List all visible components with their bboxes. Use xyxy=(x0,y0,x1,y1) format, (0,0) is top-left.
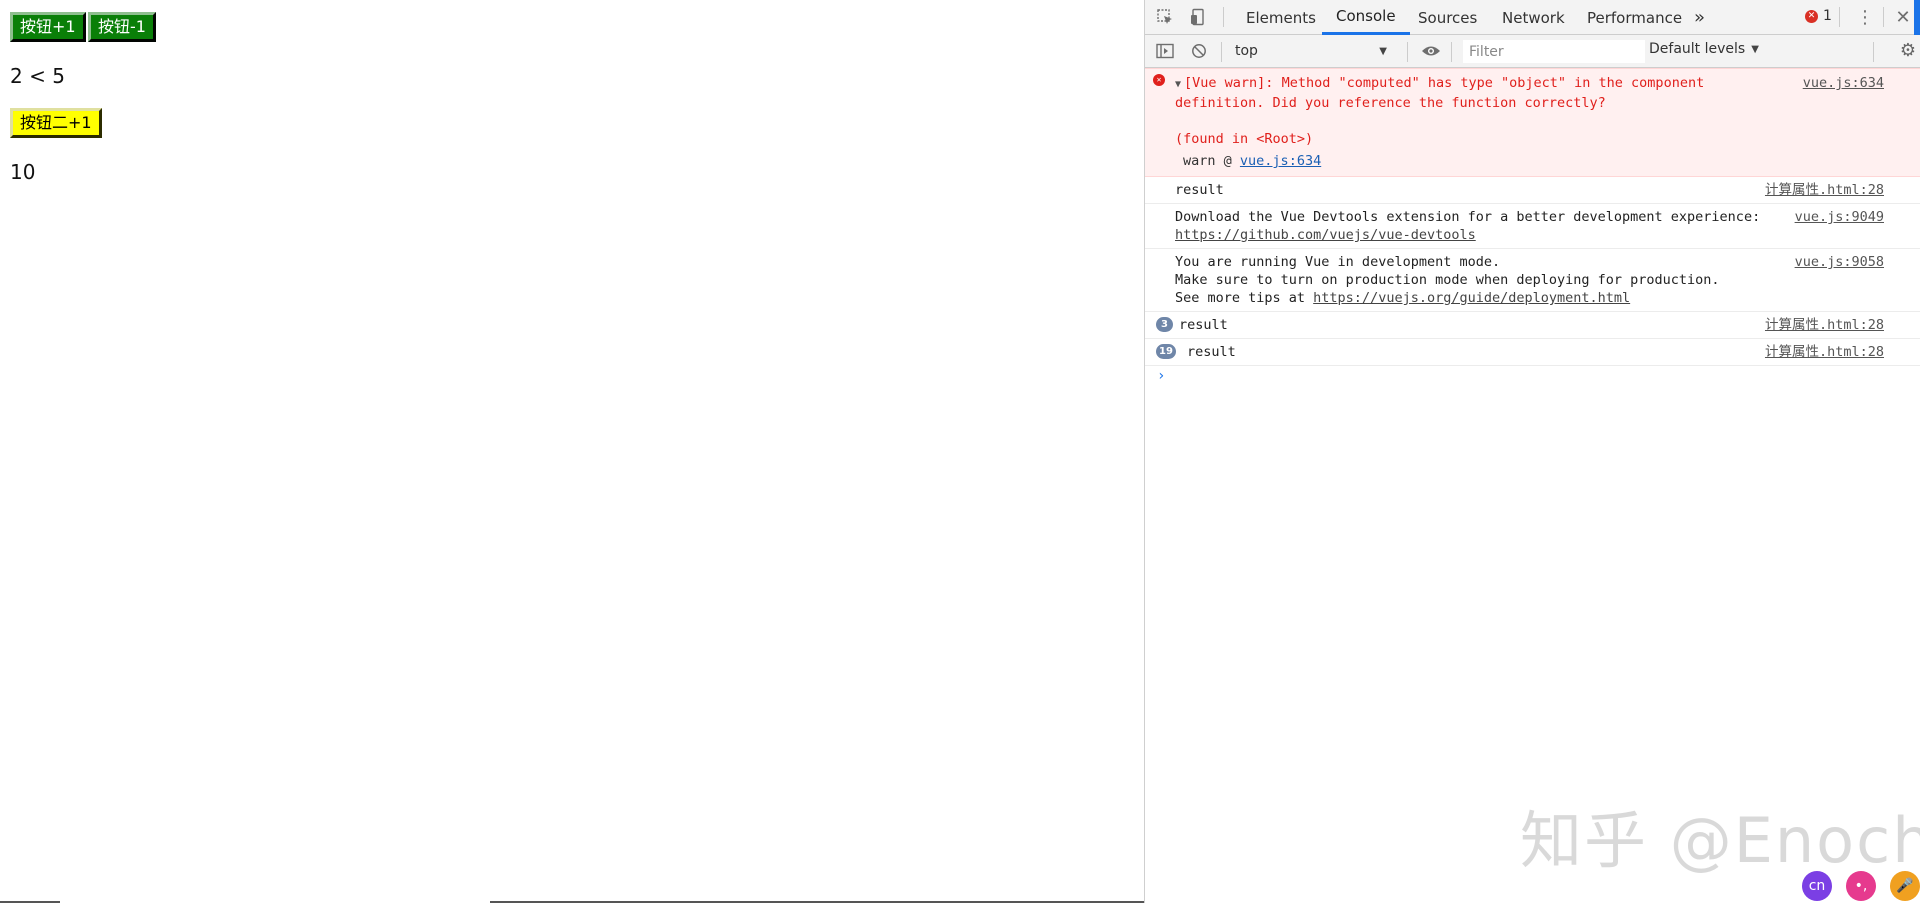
toolbar-divider xyxy=(1839,7,1840,27)
devtools-tabbar: Elements Console Sources Network Perform… xyxy=(1145,0,1920,50)
gear-icon[interactable]: ⚙ xyxy=(1900,40,1916,61)
log-text: You are running Vue in development mode. xyxy=(1175,254,1501,270)
log-text: Download the Vue Devtools extension for … xyxy=(1175,209,1761,225)
tab-network[interactable]: Network xyxy=(1501,0,1566,35)
console-prompt[interactable]: › xyxy=(1145,366,1920,384)
toolbar-divider xyxy=(1221,42,1222,62)
toolbar-divider xyxy=(1873,42,1874,62)
filter-input[interactable] xyxy=(1463,40,1645,63)
error-counter[interactable]: ✕ 1 xyxy=(1805,8,1832,24)
tab-performance[interactable]: Performance xyxy=(1586,0,1683,35)
tab-elements[interactable]: Elements xyxy=(1245,0,1317,35)
inspect-element-icon[interactable] xyxy=(1153,6,1177,28)
toolbar-divider xyxy=(1223,7,1224,27)
tab-console[interactable]: Console xyxy=(1322,0,1410,35)
live-expression-eye-icon[interactable] xyxy=(1419,40,1443,62)
error-icon: ✕ xyxy=(1805,9,1818,23)
log-text: See more tips at xyxy=(1175,290,1314,306)
console-log-message: 计算属性.html:28 result xyxy=(1145,177,1920,204)
show-sidebar-icon[interactable] xyxy=(1153,40,1177,62)
expand-triangle-icon[interactable]: ▼ xyxy=(1175,79,1181,90)
repeat-count-badge: 3 xyxy=(1156,317,1173,332)
tab-sources[interactable]: Sources xyxy=(1417,0,1478,35)
error-found-in: (found in <Root>) xyxy=(1175,131,1314,147)
error-count: 1 xyxy=(1823,8,1832,24)
close-icon[interactable]: ✕ xyxy=(1891,6,1915,28)
warn-prefix: warn @ xyxy=(1183,153,1232,169)
console-error-message: ✕ vue.js:634 ▼ [Vue warn]: Method "comput… xyxy=(1145,68,1920,177)
context-value: top xyxy=(1235,43,1258,59)
punctuation-icon[interactable]: •, xyxy=(1846,871,1876,901)
warn-stack-line: warn @ vue.js:634 xyxy=(1175,152,1882,170)
prompt-chevron-icon: › xyxy=(1157,368,1166,384)
value-text: 10 xyxy=(10,160,36,184)
console-log-message: 19 计算属性.html:28 result xyxy=(1145,339,1920,366)
console-toolbar: top ▼ Default levels ▼ ⚙ xyxy=(1145,35,1920,68)
console-log-message: vue.js:9058 You are running Vue in devel… xyxy=(1145,249,1920,312)
toolbar-divider xyxy=(1883,7,1884,27)
message-source-link[interactable]: 计算属性.html:28 xyxy=(1765,181,1884,199)
device-toolbar-icon[interactable] xyxy=(1187,6,1211,28)
increment-button[interactable]: 按钮+1 xyxy=(10,12,86,42)
message-source-link[interactable]: 计算属性.html:28 xyxy=(1765,343,1884,361)
devtools-url-link[interactable]: https://github.com/vuejs/vue-devtools xyxy=(1175,227,1476,243)
clear-console-icon[interactable] xyxy=(1187,40,1211,62)
microphone-icon[interactable]: 🎤 xyxy=(1890,871,1920,901)
context-selector[interactable]: top ▼ xyxy=(1231,40,1391,62)
log-levels-dropdown[interactable]: Default levels ▼ xyxy=(1649,41,1759,57)
warn-stack-link[interactable]: vue.js:634 xyxy=(1240,153,1321,169)
toolbar-divider xyxy=(1451,42,1452,62)
comparison-text: 2 < 5 xyxy=(10,64,65,88)
cn-ime-icon[interactable]: cn xyxy=(1802,871,1832,901)
button-two-increment[interactable]: 按钮二+1 xyxy=(10,108,102,138)
console-messages: ✕ vue.js:634 ▼ [Vue warn]: Method "comput… xyxy=(1145,68,1920,384)
devtools-panel: Elements Console Sources Network Perform… xyxy=(1144,0,1920,903)
web-page: 按钮+1 按钮-1 2 < 5 按钮二+1 10 xyxy=(0,0,1144,903)
kebab-menu-icon[interactable]: ⋮ xyxy=(1853,6,1877,28)
caret-down-icon: ▼ xyxy=(1751,43,1759,55)
log-text: Make sure to turn on production mode whe… xyxy=(1175,272,1720,288)
more-tabs-button[interactable]: » xyxy=(1693,0,1706,35)
repeat-count-badge: 19 xyxy=(1156,344,1176,359)
message-source-link[interactable]: vue.js:634 xyxy=(1803,74,1884,92)
error-icon: ✕ xyxy=(1153,74,1165,86)
error-text: [Vue warn]: Method "computed" has type "… xyxy=(1175,75,1713,111)
message-source-link[interactable]: 计算属性.html:28 xyxy=(1765,316,1884,334)
console-log-message: vue.js:9049 Download the Vue Devtools ex… xyxy=(1145,204,1920,249)
console-log-message: 3 计算属性.html:28 result xyxy=(1145,312,1920,339)
log-levels-label: Default levels xyxy=(1649,41,1746,57)
decrement-button[interactable]: 按钮-1 xyxy=(88,12,156,42)
message-source-link[interactable]: vue.js:9058 xyxy=(1795,253,1884,271)
toolbar-divider xyxy=(1407,42,1408,62)
message-source-link[interactable]: vue.js:9049 xyxy=(1795,208,1884,226)
deployment-url-link[interactable]: https://vuejs.org/guide/deployment.html xyxy=(1313,290,1630,306)
caret-down-icon: ▼ xyxy=(1379,45,1387,57)
